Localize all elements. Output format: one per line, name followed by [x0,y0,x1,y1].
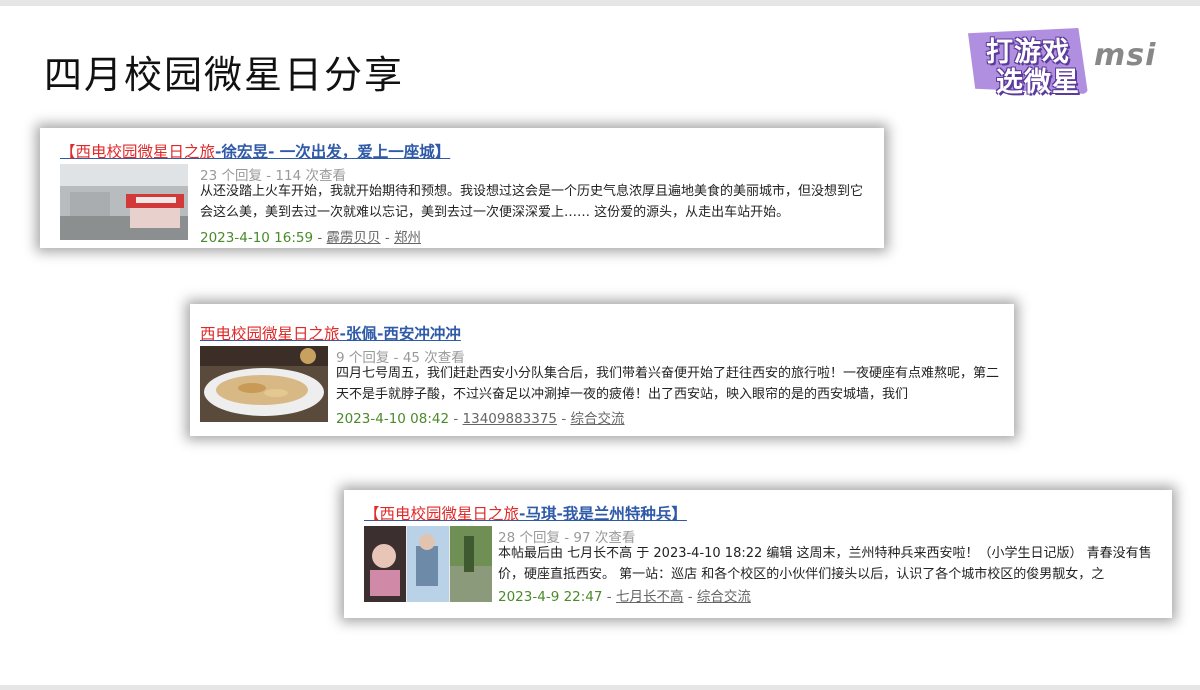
bottom-band [0,685,1200,690]
post-date: 2023-4-9 22:47 [498,589,603,605]
post-date: 2023-4-10 08:42 [336,411,450,427]
meta-separator: - [317,230,327,246]
meta-separator: - [687,589,697,605]
post-date: 2023-4-10 16:59 [200,230,314,246]
top-band [0,0,1200,6]
post-excerpt: 从还没踏上火车开始，我就开始期待和预想。我设想过这会是一个历史气息浓厚且遍地美食… [200,184,864,220]
post-title-link[interactable]: 西电校园微星日之旅-张佩-西安冲冲冲 [200,322,461,344]
meta-separator: - [384,230,394,246]
food-plate-photo-thumbnail[interactable] [200,346,328,422]
game-badge-logo: 打游戏 选微星 [968,28,1088,98]
post-forum-link[interactable]: 综合交流 [697,589,751,605]
post-excerpt: 四月七号周五，我们赶赴西安小分队集合后，我们带着兴奋便开始了赶往西安的旅行啦！一… [336,366,1000,402]
post-title-prefix: 西电校园微星日之旅 [200,325,340,343]
post-meta: 2023-4-10 08:42 - 13409883375 - 综合交流 [336,407,624,427]
post-author-link[interactable]: 13409883375 [463,411,557,427]
post-title-suffix: -张佩-西安冲冲冲 [339,325,461,343]
post-card-1: 【西电校园微星日之旅-徐宏昱- 一次出发，爱上一座城】 23 个回复 - 114… [40,128,884,248]
post-meta: 2023-4-9 22:47 - 七月长不高 - 综合交流 [498,585,751,605]
post-title-suffix: -徐宏昱- 一次出发，爱上一座城】 [215,143,451,161]
post-author-link[interactable]: 霹雳贝贝 [327,230,381,246]
meta-separator: - [453,411,463,427]
post-forum-link[interactable]: 郑州 [394,230,421,246]
collage-photo-thumbnail[interactable] [364,526,492,602]
post-title-prefix: 【西电校园微星日之旅 [364,505,520,523]
post-forum-link[interactable]: 综合交流 [570,411,624,427]
post-author-link[interactable]: 七月长不高 [616,589,684,605]
post-excerpt: 本帖最后由 七月长不高 于 2023-4-10 18:22 编辑 这周末，兰州特… [498,546,1152,582]
post-card-3: 【西电校园微星日之旅-马琪-我是兰州特种兵】 28 个回复 - 97 次查看 本… [344,490,1172,618]
post-title-suffix: -马琪-我是兰州特种兵】 [519,505,687,523]
post-meta: 2023-4-10 16:59 - 霹雳贝贝 - 郑州 [200,226,421,246]
post-card-2: 西电校园微星日之旅-张佩-西安冲冲冲 9 个回复 - 45 次查看 四月七号周五… [190,304,1014,436]
storefront-photo-thumbnail[interactable] [60,164,188,240]
post-title-link[interactable]: 【西电校园微星日之旅-徐宏昱- 一次出发，爱上一座城】 [60,140,450,162]
msi-logo: msi [1094,38,1157,73]
post-title-link[interactable]: 【西电校园微星日之旅-马琪-我是兰州特种兵】 [364,502,687,524]
post-title-prefix: 【西电校园微星日之旅 [60,143,216,161]
slide-title: 四月校园微星日分享 [44,53,405,97]
meta-separator: - [606,589,616,605]
badge-line-2: 选微星 [996,67,1080,98]
